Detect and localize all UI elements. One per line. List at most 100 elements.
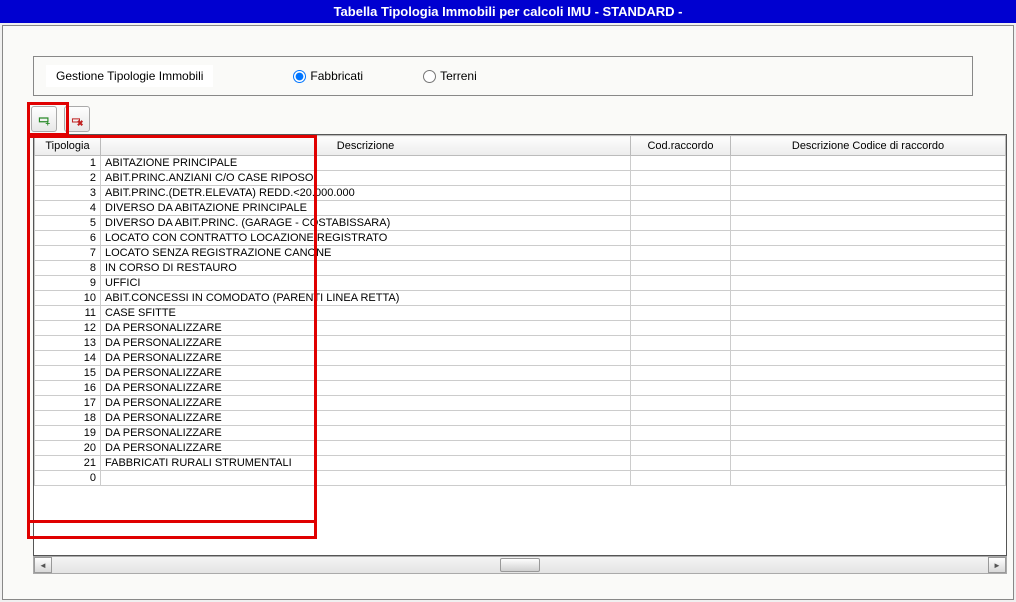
cell-codraccordo[interactable]: [631, 231, 731, 246]
horizontal-scrollbar[interactable]: ◄ ►: [33, 556, 1007, 574]
cell-descrcod[interactable]: [731, 291, 1006, 306]
col-codraccordo-header[interactable]: Cod.raccordo: [631, 136, 731, 156]
cell-descrcod[interactable]: [731, 411, 1006, 426]
cell-codraccordo[interactable]: [631, 246, 731, 261]
table-row[interactable]: 2ABIT.PRINC.ANZIANI C/O CASE RIPOSO: [35, 171, 1006, 186]
cell-codraccordo[interactable]: [631, 396, 731, 411]
cell-descrizione[interactable]: DA PERSONALIZZARE: [101, 321, 631, 336]
cell-tipologia[interactable]: 9: [35, 276, 101, 291]
cell-descrcod[interactable]: [731, 441, 1006, 456]
cell-descrcod[interactable]: [731, 456, 1006, 471]
radio-fabbricati[interactable]: Fabbricati: [293, 69, 363, 83]
cell-descrcod[interactable]: [731, 156, 1006, 171]
delete-button[interactable]: ▭✖: [64, 106, 90, 132]
scroll-right-button[interactable]: ►: [988, 557, 1006, 573]
table-row[interactable]: 5DIVERSO DA ABIT.PRINC. (GARAGE - COSTAB…: [35, 216, 1006, 231]
cell-tipologia[interactable]: 17: [35, 396, 101, 411]
table-row[interactable]: 15DA PERSONALIZZARE: [35, 366, 1006, 381]
cell-descrizione[interactable]: DA PERSONALIZZARE: [101, 381, 631, 396]
table-row[interactable]: 0: [35, 471, 1006, 486]
col-descrcod-header[interactable]: Descrizione Codice di raccordo: [731, 136, 1006, 156]
cell-codraccordo[interactable]: [631, 411, 731, 426]
cell-codraccordo[interactable]: [631, 291, 731, 306]
add-button[interactable]: ▭+: [31, 106, 57, 132]
cell-descrcod[interactable]: [731, 351, 1006, 366]
data-grid[interactable]: Tipologia Descrizione Cod.raccordo Descr…: [33, 134, 1007, 556]
table-row[interactable]: 11CASE SFITTE: [35, 306, 1006, 321]
cell-descrcod[interactable]: [731, 381, 1006, 396]
table-row[interactable]: 10ABIT.CONCESSI IN COMODATO (PARENTI LIN…: [35, 291, 1006, 306]
table-row[interactable]: 19DA PERSONALIZZARE: [35, 426, 1006, 441]
cell-descrizione[interactable]: DA PERSONALIZZARE: [101, 351, 631, 366]
cell-descrizione[interactable]: DIVERSO DA ABIT.PRINC. (GARAGE - COSTABI…: [101, 216, 631, 231]
cell-descrizione[interactable]: IN CORSO DI RESTAURO: [101, 261, 631, 276]
cell-descrizione[interactable]: DA PERSONALIZZARE: [101, 411, 631, 426]
cell-descrcod[interactable]: [731, 306, 1006, 321]
radio-fabbricati-input[interactable]: [293, 70, 306, 83]
radio-terreni[interactable]: Terreni: [423, 69, 477, 83]
col-tipologia-header[interactable]: Tipologia: [35, 136, 101, 156]
cell-descrcod[interactable]: [731, 186, 1006, 201]
cell-descrizione[interactable]: DA PERSONALIZZARE: [101, 426, 631, 441]
cell-tipologia[interactable]: 16: [35, 381, 101, 396]
cell-descrcod[interactable]: [731, 246, 1006, 261]
cell-codraccordo[interactable]: [631, 171, 731, 186]
cell-codraccordo[interactable]: [631, 426, 731, 441]
scroll-thumb[interactable]: [500, 558, 540, 572]
cell-tipologia[interactable]: 7: [35, 246, 101, 261]
cell-descrcod[interactable]: [731, 366, 1006, 381]
cell-codraccordo[interactable]: [631, 321, 731, 336]
cell-tipologia[interactable]: 13: [35, 336, 101, 351]
cell-codraccordo[interactable]: [631, 156, 731, 171]
cell-descrcod[interactable]: [731, 276, 1006, 291]
cell-codraccordo[interactable]: [631, 366, 731, 381]
cell-descrizione[interactable]: DA PERSONALIZZARE: [101, 336, 631, 351]
table-row[interactable]: 18DA PERSONALIZZARE: [35, 411, 1006, 426]
table-row[interactable]: 16DA PERSONALIZZARE: [35, 381, 1006, 396]
cell-tipologia[interactable]: 12: [35, 321, 101, 336]
cell-codraccordo[interactable]: [631, 306, 731, 321]
table-row[interactable]: 21FABBRICATI RURALI STRUMENTALI: [35, 456, 1006, 471]
cell-descrizione[interactable]: DA PERSONALIZZARE: [101, 441, 631, 456]
table-row[interactable]: 3ABIT.PRINC.(DETR.ELEVATA) REDD.<20.000.…: [35, 186, 1006, 201]
cell-descrizione[interactable]: ABIT.CONCESSI IN COMODATO (PARENTI LINEA…: [101, 291, 631, 306]
cell-descrizione[interactable]: LOCATO SENZA REGISTRAZIONE CANONE: [101, 246, 631, 261]
table-row[interactable]: 13DA PERSONALIZZARE: [35, 336, 1006, 351]
cell-tipologia[interactable]: 21: [35, 456, 101, 471]
cell-descrizione[interactable]: DA PERSONALIZZARE: [101, 366, 631, 381]
cell-descrcod[interactable]: [731, 396, 1006, 411]
cell-tipologia[interactable]: 4: [35, 201, 101, 216]
cell-tipologia[interactable]: 5: [35, 216, 101, 231]
cell-descrcod[interactable]: [731, 201, 1006, 216]
scroll-left-button[interactable]: ◄: [34, 557, 52, 573]
table-row[interactable]: 7LOCATO SENZA REGISTRAZIONE CANONE: [35, 246, 1006, 261]
cell-tipologia[interactable]: 11: [35, 306, 101, 321]
cell-descrizione[interactable]: ABIT.PRINC.ANZIANI C/O CASE RIPOSO: [101, 171, 631, 186]
cell-tipologia[interactable]: 14: [35, 351, 101, 366]
cell-descrcod[interactable]: [731, 231, 1006, 246]
radio-terreni-input[interactable]: [423, 70, 436, 83]
cell-codraccordo[interactable]: [631, 201, 731, 216]
table-row[interactable]: 20DA PERSONALIZZARE: [35, 441, 1006, 456]
cell-codraccordo[interactable]: [631, 471, 731, 486]
cell-descrizione[interactable]: CASE SFITTE: [101, 306, 631, 321]
table-row[interactable]: 9UFFICI: [35, 276, 1006, 291]
cell-descrizione[interactable]: LOCATO CON CONTRATTO LOCAZIONE REGISTRAT…: [101, 231, 631, 246]
cell-tipologia[interactable]: 8: [35, 261, 101, 276]
table-row[interactable]: 4DIVERSO DA ABITAZIONE PRINCIPALE: [35, 201, 1006, 216]
cell-codraccordo[interactable]: [631, 441, 731, 456]
table-row[interactable]: 8IN CORSO DI RESTAURO: [35, 261, 1006, 276]
cell-descrizione[interactable]: UFFICI: [101, 276, 631, 291]
cell-tipologia[interactable]: 6: [35, 231, 101, 246]
cell-tipologia[interactable]: 1: [35, 156, 101, 171]
cell-tipologia[interactable]: 0: [35, 471, 101, 486]
cell-tipologia[interactable]: 10: [35, 291, 101, 306]
cell-tipologia[interactable]: 19: [35, 426, 101, 441]
cell-tipologia[interactable]: 15: [35, 366, 101, 381]
cell-tipologia[interactable]: 3: [35, 186, 101, 201]
cell-descrcod[interactable]: [731, 336, 1006, 351]
cell-descrizione[interactable]: DIVERSO DA ABITAZIONE PRINCIPALE: [101, 201, 631, 216]
table-row[interactable]: 17DA PERSONALIZZARE: [35, 396, 1006, 411]
cell-descrcod[interactable]: [731, 216, 1006, 231]
cell-descrizione[interactable]: ABITAZIONE PRINCIPALE: [101, 156, 631, 171]
